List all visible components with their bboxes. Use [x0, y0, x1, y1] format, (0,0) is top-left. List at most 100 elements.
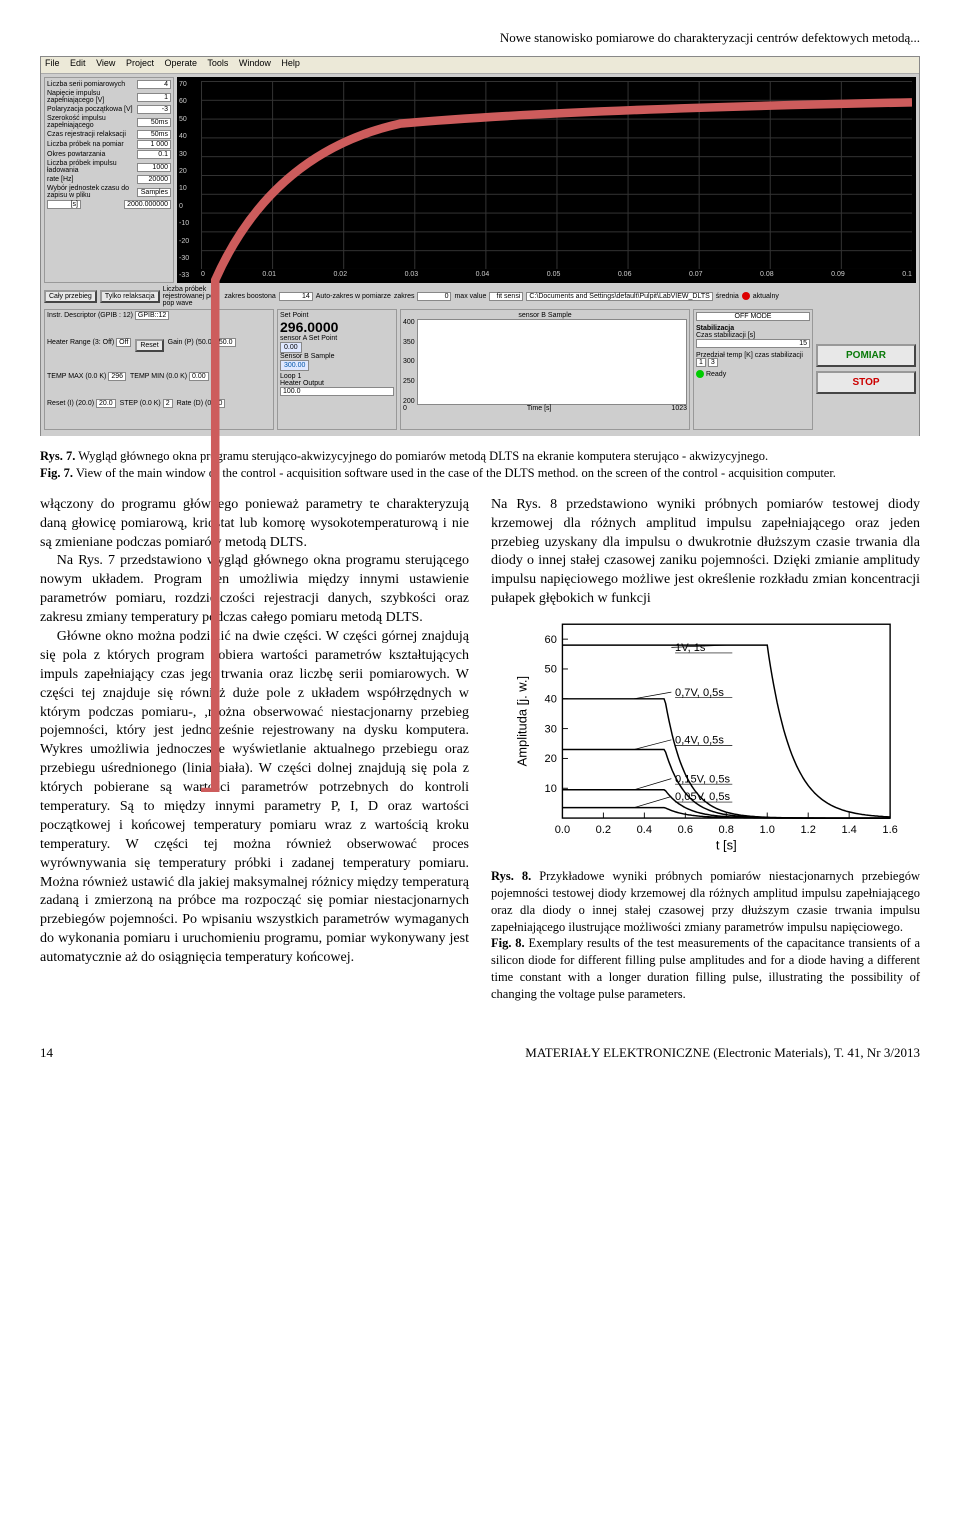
svg-text:0,05V, 0,5s: 0,05V, 0,5s	[675, 791, 730, 803]
ytick: 10	[179, 185, 199, 192]
svg-text:1.6: 1.6	[882, 824, 897, 836]
caption-text-pl: Przykładowe wyniki próbnych pomiarów nie…	[491, 869, 920, 934]
ytick: -30	[179, 255, 199, 262]
plot-xaxis: 0 0.01 0.02 0.03 0.04 0.05 0.06 0.07 0.0…	[201, 271, 912, 283]
ytick: 30	[179, 151, 199, 158]
xtick: 0.01	[262, 271, 276, 283]
menu-help[interactable]: Help	[281, 58, 300, 68]
running-header: Nowe stanowisko pomiarowe do charakteryz…	[40, 30, 920, 46]
param-label: Czas rejestracji relaksacji	[47, 131, 126, 138]
param-value[interactable]: [s]	[47, 200, 81, 209]
xtick: 0.1	[902, 271, 912, 283]
menu-file[interactable]: File	[45, 58, 60, 68]
heater-range-label: Heater Range (3: Off)	[47, 339, 114, 346]
menu-project[interactable]: Project	[126, 58, 154, 68]
svg-text:0.4: 0.4	[637, 824, 652, 836]
param-value[interactable]: 1	[137, 93, 171, 102]
instr-descriptor-value[interactable]: GPIB::12	[135, 311, 169, 320]
x-label: Time [s]	[527, 405, 552, 412]
tempmin-label: TEMP MIN (0.0 K)	[130, 373, 187, 380]
menubar: File Edit View Project Operate Tools Win…	[41, 57, 919, 74]
xtick: 1023	[671, 405, 687, 412]
sensor-b-plot-title: sensor B Sample	[403, 312, 687, 319]
param-value[interactable]: Samples	[137, 188, 171, 197]
ytick: 50	[179, 116, 199, 123]
caption-label-en: Fig. 7.	[40, 466, 73, 480]
svg-text:0.0: 0.0	[555, 824, 570, 836]
svg-text:1.4: 1.4	[841, 824, 856, 836]
xtick: 0	[403, 405, 407, 412]
caption-text-en: Exemplary results of the test measuremen…	[491, 936, 920, 1001]
heater-range-value[interactable]: Off	[116, 338, 131, 347]
param-label: Liczba próbek impulsu ładowania	[47, 160, 137, 174]
labview-screenshot: File Edit View Project Operate Tools Win…	[40, 56, 920, 436]
ytick: 40	[179, 133, 199, 140]
menu-view[interactable]: View	[96, 58, 115, 68]
ytick: 20	[179, 168, 199, 175]
page-number: 14	[40, 1045, 53, 1061]
svg-text:0.2: 0.2	[596, 824, 611, 836]
svg-text:0.6: 0.6	[678, 824, 693, 836]
param-value[interactable]: 1 000	[137, 140, 171, 149]
tylko-relaksacja-button[interactable]: Tylko relaksacja	[100, 290, 160, 303]
param-label: Szerokość impulsu zapełniającego	[47, 115, 137, 129]
xtick: 0.04	[476, 271, 490, 283]
plot-yaxis: 70 60 50 40 30 20 10 0 -10 -20 -30 -33	[179, 77, 199, 283]
page-footer: 14 MATERIAŁY ELEKTRONICZNE (Electronic M…	[40, 1045, 920, 1061]
step-label: STEP (0.0 K)	[120, 400, 161, 407]
menu-window[interactable]: Window	[239, 58, 271, 68]
reset-button[interactable]: Reset	[135, 339, 163, 352]
param-value[interactable]: 1000	[137, 163, 171, 172]
param-value[interactable]: 50ms	[137, 118, 171, 127]
param-value[interactable]: 0.1	[137, 150, 171, 159]
param-value[interactable]: 20000	[137, 175, 171, 184]
param-label: Liczba serii pomiarowych	[47, 81, 125, 88]
xtick: 0.02	[333, 271, 347, 283]
param-value[interactable]: 50ms	[137, 130, 171, 139]
param-label: Wybór jednostek czasu do zapisu w pliku	[47, 185, 137, 199]
param-label: rate [Hz]	[47, 176, 73, 183]
step-value[interactable]: 2	[163, 399, 173, 408]
xtick: 0.08	[760, 271, 774, 283]
sensor-b-plot: sensor B Sample 400 350 300 250 200 0	[400, 309, 690, 430]
svg-text:1.0: 1.0	[760, 824, 775, 836]
reseti-label: Reset (I) (20.0)	[47, 400, 94, 407]
ytick: 200	[403, 398, 415, 405]
parameters-panel: Liczba serii pomiarowych 4 Napięcie impul…	[44, 77, 174, 283]
journal-info: MATERIAŁY ELEKTRONICZNE (Electronic Mate…	[525, 1045, 920, 1061]
main-plot: 70 60 50 40 30 20 10 0 -10 -20 -30 -33	[177, 77, 916, 283]
param-label: Napięcie impulsu zapełniającego [V]	[47, 90, 137, 104]
param-value[interactable]: -3	[137, 105, 171, 114]
svg-text:t [s]: t [s]	[716, 838, 737, 853]
param-label: Okres powtarzania	[47, 151, 105, 158]
ytick: -33	[179, 272, 199, 279]
param-label: Polaryzacja początkowa [V]	[47, 106, 133, 113]
reseti-value[interactable]: 20.0	[96, 399, 116, 408]
caption-label-pl: Rys. 7.	[40, 449, 75, 463]
svg-text:1.2: 1.2	[800, 824, 815, 836]
menu-edit[interactable]: Edit	[70, 58, 86, 68]
tempmax-value[interactable]: 296	[108, 372, 126, 381]
ytick: 400	[403, 319, 415, 326]
param-value[interactable]: 2000.000000	[124, 200, 171, 209]
xtick: 0.05	[547, 271, 561, 283]
ytick: 60	[179, 98, 199, 105]
ytick: 70	[179, 81, 199, 88]
instr-descriptor-label: Instr. Descriptor (GPIB : 12)	[47, 312, 133, 319]
xtick: 0.03	[405, 271, 419, 283]
ytick: 300	[403, 358, 415, 365]
caption-label-en: Fig. 8.	[491, 936, 525, 950]
ytick: -10	[179, 220, 199, 227]
menu-operate[interactable]: Operate	[164, 58, 197, 68]
param-value[interactable]: 4	[137, 80, 171, 89]
tempmax-label: TEMP MAX (0.0 K)	[47, 373, 106, 380]
svg-text:0.8: 0.8	[719, 824, 734, 836]
xtick: 0.06	[618, 271, 632, 283]
menu-tools[interactable]: Tools	[207, 58, 228, 68]
caly-przebieg-button[interactable]: Cały przebieg	[44, 290, 97, 303]
xtick: 0.09	[831, 271, 845, 283]
ytick: 350	[403, 339, 415, 346]
param-label: Liczba próbek na pomiar	[47, 141, 124, 148]
xtick: 0	[201, 271, 205, 283]
plot-curve	[201, 81, 912, 792]
